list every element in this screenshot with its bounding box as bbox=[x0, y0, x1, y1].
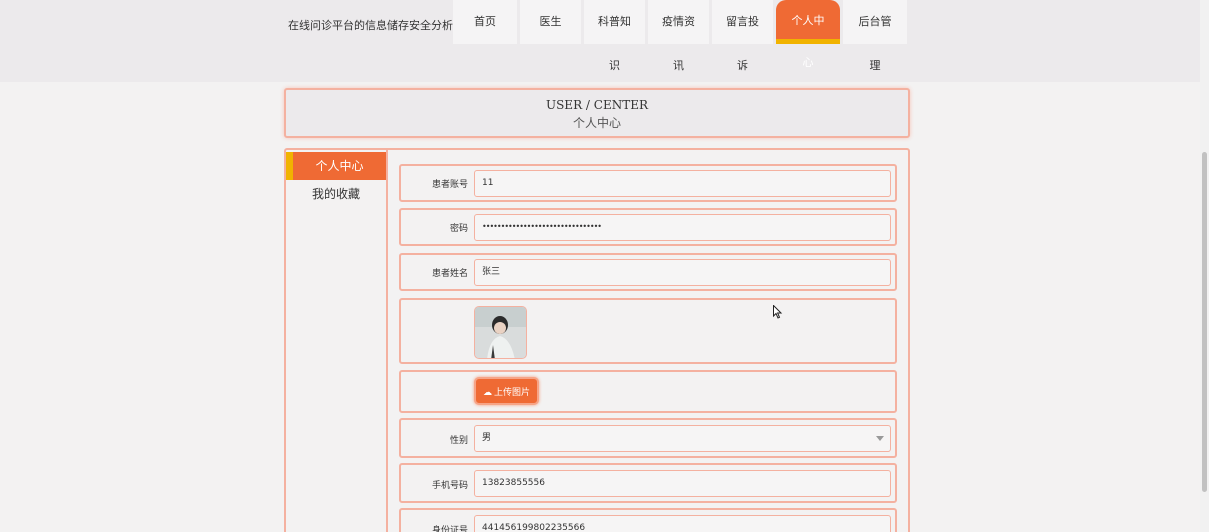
gender-select[interactable]: 男 bbox=[474, 425, 891, 452]
cloud-upload-icon: ☁ bbox=[483, 388, 492, 398]
avatar-photo-icon bbox=[475, 307, 526, 358]
upload-button-label: 上传图片 bbox=[494, 388, 531, 398]
nav-message[interactable]: 留言投诉 bbox=[712, 0, 773, 72]
nav-epidemic-news[interactable]: 疫情资讯 bbox=[648, 0, 709, 72]
nav-user-center[interactable]: 个人中心 bbox=[776, 0, 840, 69]
phone-label: 手机号码 bbox=[431, 481, 468, 491]
name-row: 患者姓名 张三 bbox=[399, 253, 897, 291]
password-input[interactable]: •••••••••••••••••••••••••••••••• bbox=[474, 214, 891, 241]
sidebar-item-user-center[interactable]: 个人中心 bbox=[286, 152, 386, 180]
name-label: 患者姓名 bbox=[431, 269, 468, 279]
sidebar-item-favorites[interactable]: 我的收藏 bbox=[286, 180, 386, 208]
gender-row: 性别 男 bbox=[399, 418, 897, 458]
site-title: 在线问诊平台的信息储存安全分析 bbox=[288, 19, 453, 32]
mouse-cursor-icon bbox=[773, 304, 783, 323]
banner-title-cn: 个人中心 bbox=[572, 116, 621, 130]
id-label: 身份证号 bbox=[431, 526, 468, 532]
user-center-panel: 个人中心 我的收藏 患者账号 11 密码 •••••••••••••••••••… bbox=[284, 148, 910, 532]
chevron-down-icon bbox=[876, 436, 884, 441]
account-row: 患者账号 11 bbox=[399, 164, 897, 202]
gender-label: 性别 bbox=[449, 436, 468, 446]
nav-science[interactable]: 科普知识 bbox=[584, 0, 645, 72]
nav-doctor[interactable]: 医生 bbox=[520, 0, 581, 44]
account-label: 患者账号 bbox=[431, 180, 468, 190]
phone-row: 手机号码 13823855556 bbox=[399, 463, 897, 503]
password-row: 密码 •••••••••••••••••••••••••••••••• bbox=[399, 208, 897, 246]
id-row: 身份证号 441456199802235566 bbox=[399, 508, 897, 532]
avatar-row bbox=[399, 298, 897, 364]
banner-title-en: USER / CENTER bbox=[545, 98, 649, 112]
password-label: 密码 bbox=[449, 224, 468, 234]
page-scrollbar[interactable] bbox=[1200, 0, 1209, 532]
sidebar: 个人中心 我的收藏 bbox=[286, 150, 388, 532]
id-input[interactable]: 441456199802235566 bbox=[474, 515, 891, 532]
upload-image-button[interactable]: ☁ 上传图片 bbox=[474, 377, 540, 405]
scrollbar-thumb[interactable] bbox=[1202, 152, 1207, 492]
nav-home[interactable]: 首页 bbox=[453, 0, 517, 44]
main-nav: 首页 医生 科普知识 疫情资讯 留言投诉 个人中心 后台管理 bbox=[453, 0, 910, 72]
upload-row: ☁ 上传图片 bbox=[399, 370, 897, 413]
avatar bbox=[474, 306, 527, 359]
gender-selected-value: 男 bbox=[482, 433, 492, 443]
phone-input[interactable]: 13823855556 bbox=[474, 470, 891, 497]
top-header: 在线问诊平台的信息储存安全分析 首页 医生 科普知识 疫情资讯 留言投诉 个人中… bbox=[0, 0, 1209, 82]
nav-admin[interactable]: 后台管理 bbox=[843, 0, 907, 72]
account-input[interactable]: 11 bbox=[474, 170, 891, 197]
page-banner: USER / CENTER 个人中心 bbox=[284, 88, 910, 138]
name-input[interactable]: 张三 bbox=[474, 259, 891, 286]
